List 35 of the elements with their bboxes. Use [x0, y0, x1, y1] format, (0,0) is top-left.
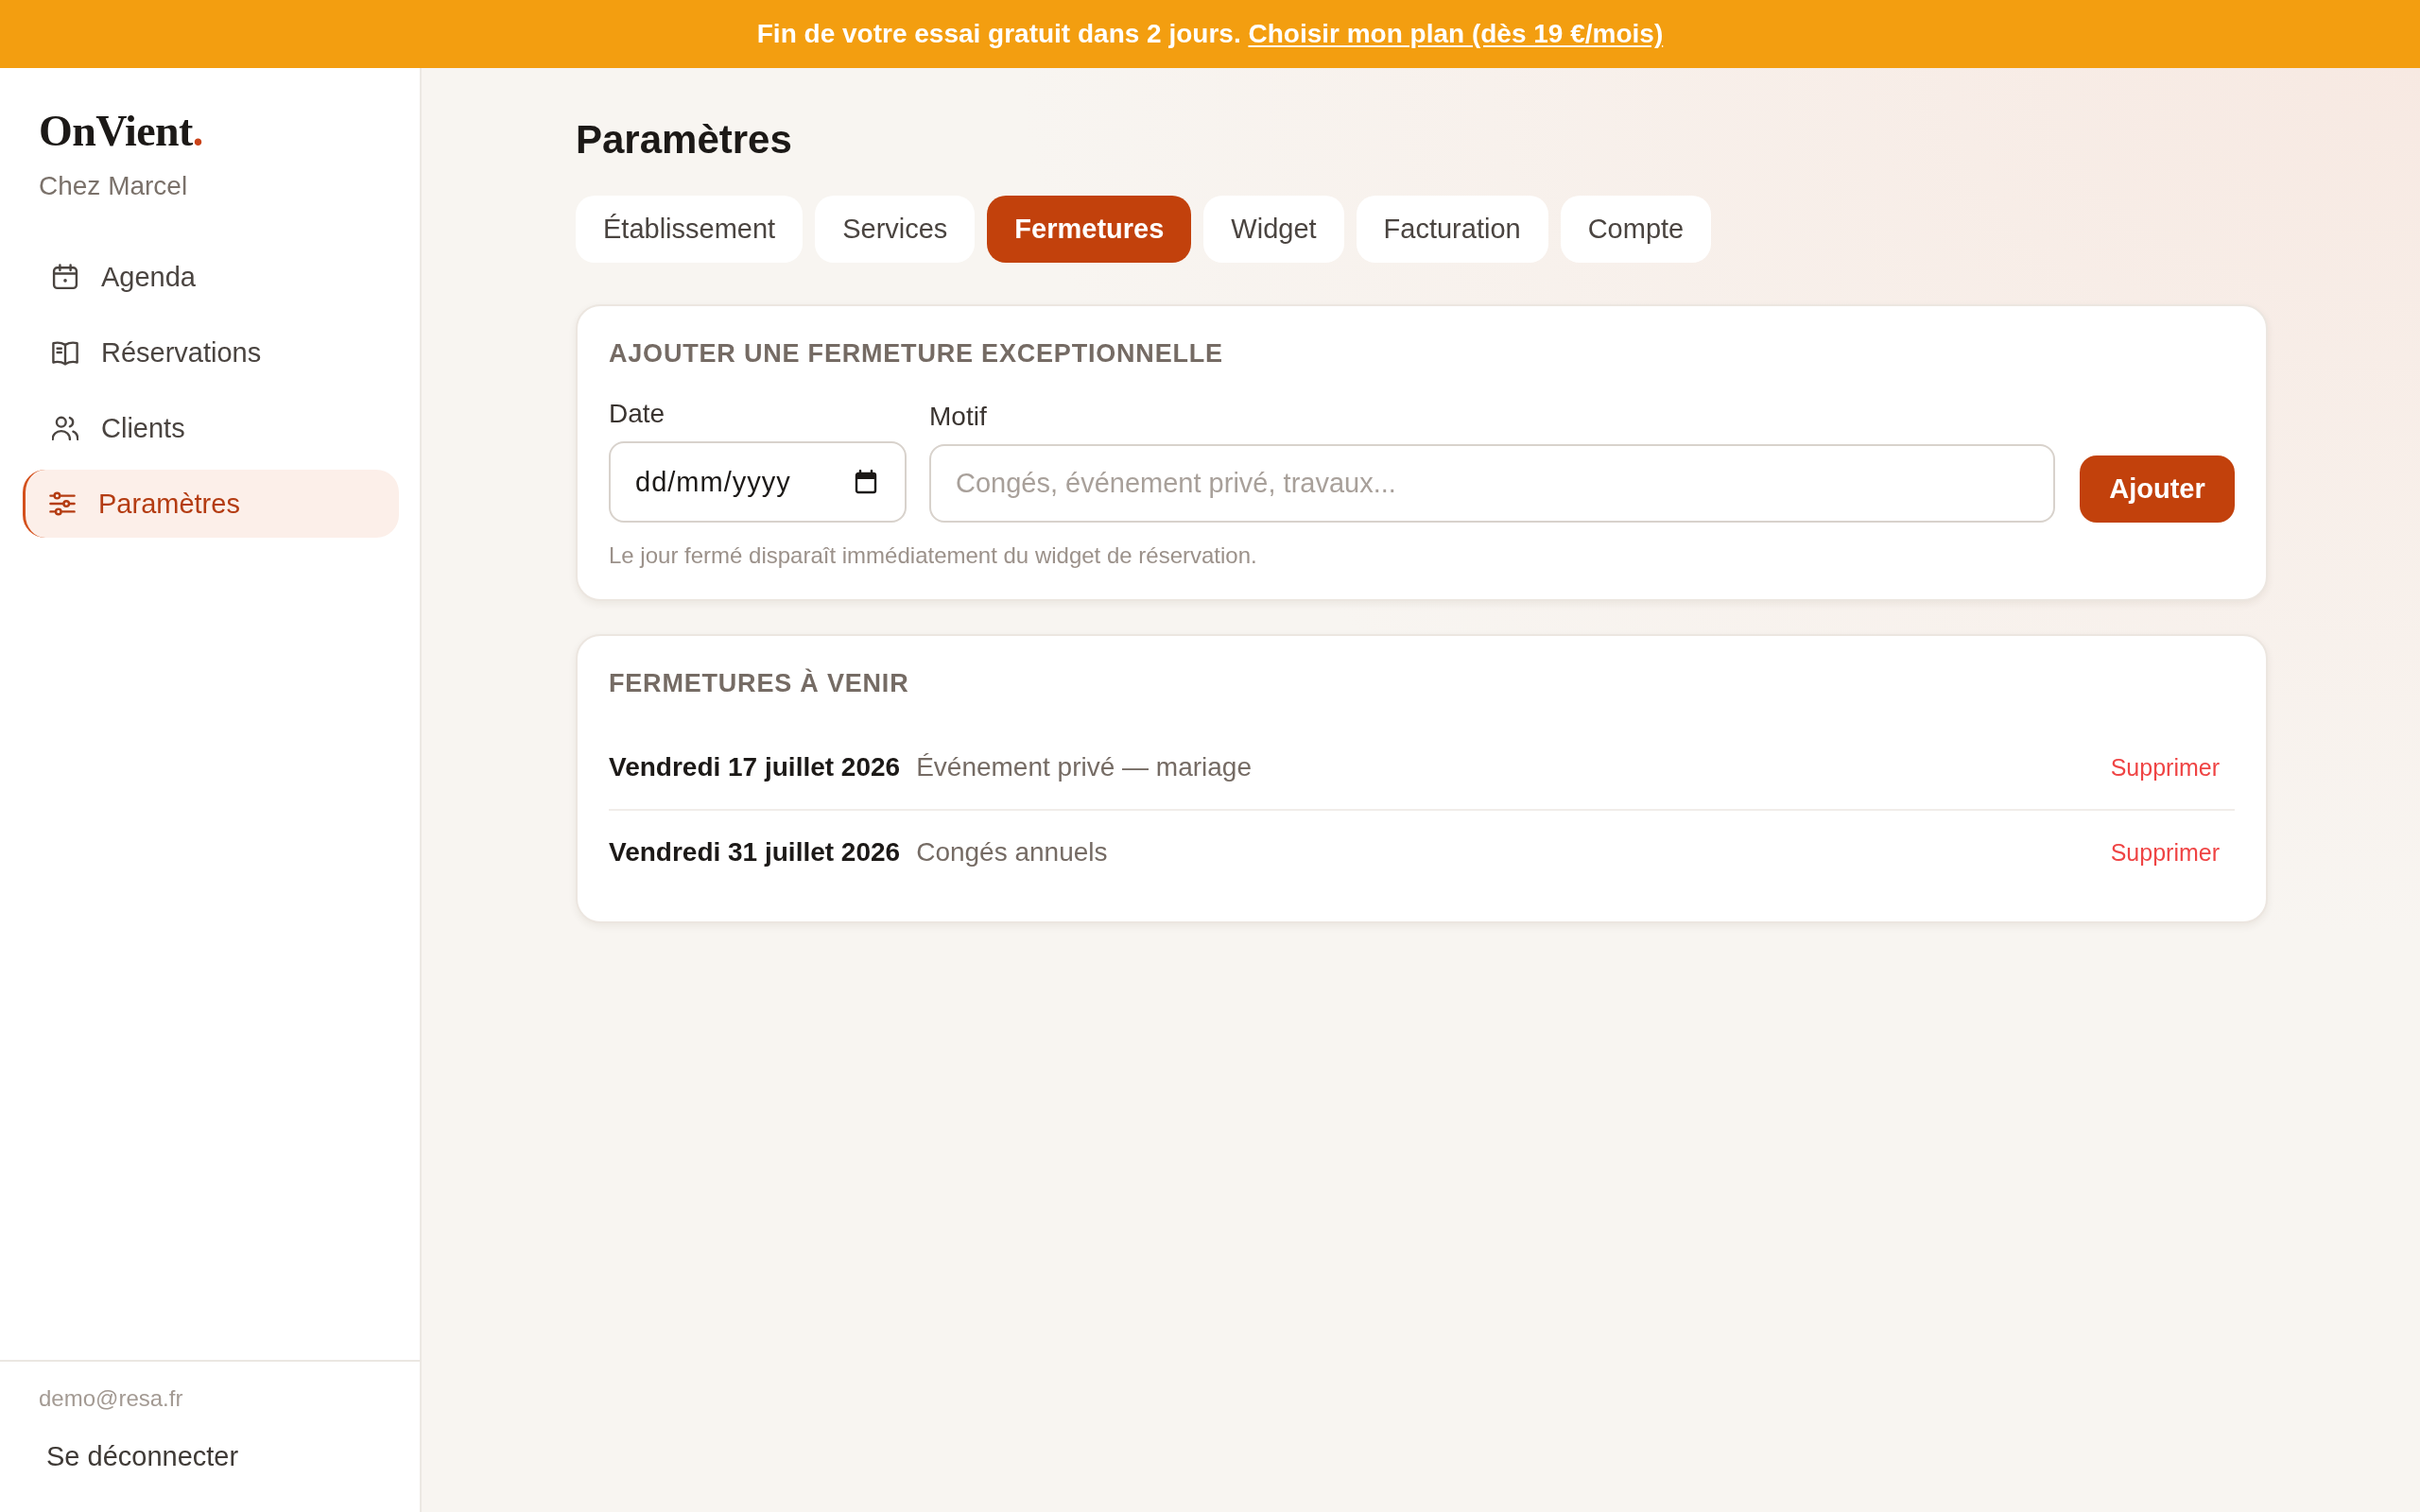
sidebar-item[interactable]: Réservations: [23, 318, 399, 387]
date-field[interactable]: dd/mm/yyyy: [609, 441, 907, 523]
settings-tab[interactable]: Services: [815, 196, 976, 263]
logo: OnVient.: [39, 111, 203, 152]
settings-tab[interactable]: Compte: [1560, 196, 1712, 263]
users-icon: [52, 415, 78, 441]
account-email: demo@resa.fr: [39, 1384, 183, 1413]
delete-button[interactable]: Supprimer: [2095, 831, 2235, 874]
field-label: Date: [609, 398, 666, 430]
field-label: Motif: [929, 401, 988, 433]
sliders-icon: [49, 490, 76, 517]
sidebar-item[interactable]: Agenda: [23, 243, 399, 311]
section-heading: FERMETURES À VENIR: [609, 668, 910, 698]
hint-text: Le jour fermé disparaît immédiatement du widget de réservation.: [609, 541, 1258, 570]
page-title: Paramètres: [576, 116, 793, 163]
sidebar-item[interactable]: Clients: [23, 394, 399, 462]
calendar-icon: [52, 264, 78, 290]
add-button[interactable]: Ajouter: [2080, 455, 2235, 523]
closure-reason: Événement privé — mariage: [916, 752, 1252, 782]
settings-tab[interactable]: Facturation: [1356, 196, 1548, 263]
closure-date: Vendredi 17 juillet 2026: [609, 752, 901, 782]
book-icon: [52, 339, 78, 366]
delete-button[interactable]: Supprimer: [2095, 746, 2235, 789]
settings-tab[interactable]: Widget: [1203, 196, 1344, 263]
settings-tab[interactable]: Établissement: [576, 196, 804, 263]
section-heading: AJOUTER UNE FERMETURE EXCEPTIONNELLE: [609, 338, 1224, 369]
venue-name: Chez Marcel: [39, 170, 188, 202]
logout-button[interactable]: Se déconnecter: [31, 1433, 254, 1480]
closure-date: Vendredi 31 juillet 2026: [609, 837, 901, 868]
settings-tab[interactable]: Fermetures: [987, 196, 1192, 263]
closure-reason: Congés annuels: [916, 837, 1108, 868]
reason-field[interactable]: Congés, événement privé, travaux...: [929, 444, 2055, 523]
sidebar-item[interactable]: Paramètres: [23, 470, 399, 538]
trial-message: Fin de votre essai gratuit dans 2 jours. Choisir mon plan (dès 19 €/mois): [756, 19, 1664, 49]
calendar-icon[interactable]: [855, 470, 877, 494]
